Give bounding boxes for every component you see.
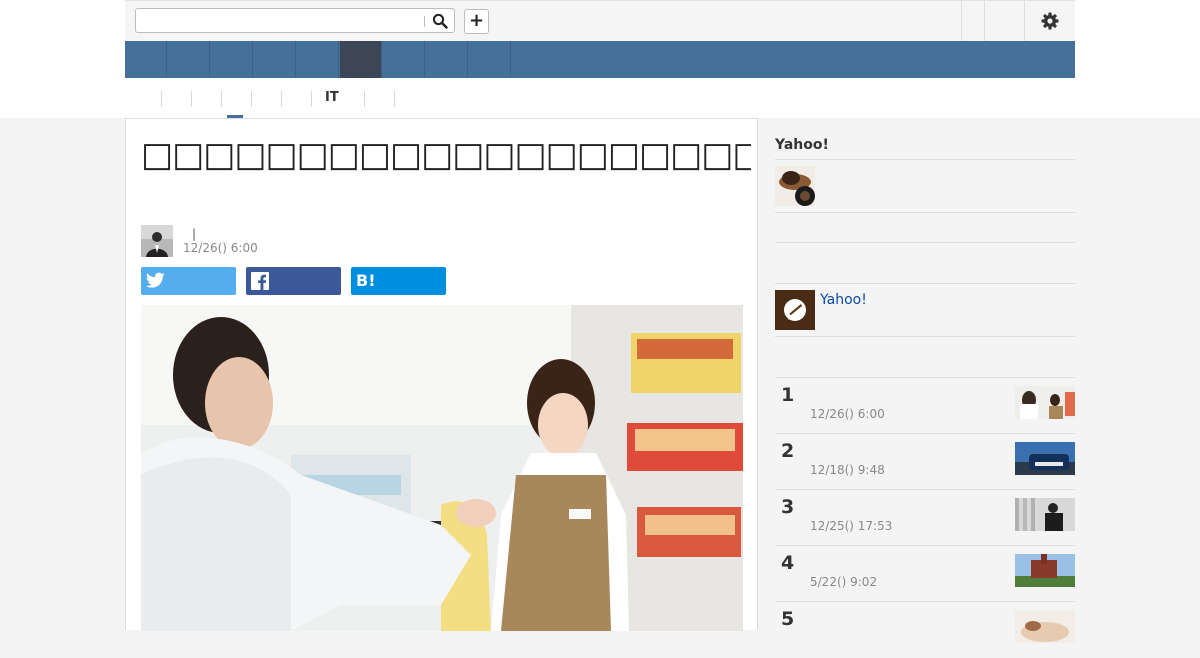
- sidebar: Yahoo! Yahoo! 1 12/26() 6:00 2 12/18() 9…: [775, 118, 1075, 643]
- ranking-thumbnail: [1015, 554, 1075, 587]
- nav-tab[interactable]: [297, 41, 339, 78]
- nav-tab[interactable]: [469, 41, 511, 78]
- ranking-number: 2: [781, 440, 795, 462]
- hatena-bookmark-button[interactable]: B!: [351, 267, 446, 295]
- nav-tab[interactable]: [254, 41, 296, 78]
- facebook-share-button[interactable]: [246, 267, 341, 295]
- ranking-number: 4: [781, 552, 795, 574]
- nav-tab[interactable]: [426, 41, 468, 78]
- category-tab[interactable]: [393, 91, 395, 107]
- ranking-thumbnail: [1015, 498, 1075, 531]
- header-divider: [984, 1, 985, 42]
- ranking-item[interactable]: 5: [775, 602, 1075, 658]
- facebook-icon: [251, 272, 269, 290]
- header-divider: [1024, 1, 1025, 42]
- ranking-thumbnail: [1015, 386, 1075, 419]
- sidebar-title: Yahoo!: [775, 137, 829, 153]
- nav-tab[interactable]: [125, 41, 167, 78]
- nav-tab-active[interactable]: [340, 41, 382, 78]
- divider: [775, 242, 1075, 243]
- article: □□□□□□□□□□□□□□□□□□□□□□□□□□□□□□□□□□ | 12/…: [125, 118, 758, 631]
- yahoo-link[interactable]: Yahoo!: [820, 292, 867, 308]
- twitter-icon: [146, 272, 165, 288]
- category-tab[interactable]: [220, 91, 222, 107]
- ranking-number: 5: [781, 608, 795, 630]
- add-button[interactable]: +: [464, 9, 489, 34]
- ranking-item[interactable]: 2 12/18() 9:48: [775, 434, 1075, 490]
- ranking-item[interactable]: 1 12/26() 6:00: [775, 378, 1075, 434]
- article-headline: □□□□□□□□□□□□□□□□□□□□□□□□□□□□□□□□□□: [141, 135, 751, 175]
- search-divider: [424, 16, 425, 27]
- category-tab[interactable]: [310, 91, 312, 107]
- comment-icon[interactable]: [775, 290, 815, 330]
- nav-tab[interactable]: [211, 41, 253, 78]
- ranking-date: 5/22() 9:02: [810, 575, 878, 589]
- site-header: + IT: [0, 0, 1200, 118]
- category-tab-it[interactable]: IT: [325, 90, 339, 105]
- ranking-date: 12/18() 9:48: [810, 463, 885, 477]
- article-date: 12/26() 6:00: [183, 241, 258, 255]
- ranking-number: 1: [781, 384, 795, 406]
- divider: [775, 159, 1075, 160]
- nav-tab[interactable]: [168, 41, 210, 78]
- sidebar-thumbnail[interactable]: [775, 166, 815, 206]
- ranking-item[interactable]: 4 5/22() 9:02: [775, 546, 1075, 602]
- search-input[interactable]: [140, 11, 424, 32]
- category-tab[interactable]: [280, 91, 282, 107]
- hatena-bookmark-icon: B!: [356, 271, 376, 290]
- ranking-item[interactable]: 3 12/25() 17:53: [775, 490, 1075, 546]
- author-avatar[interactable]: [141, 225, 173, 257]
- ranking-thumbnail: [1015, 442, 1075, 475]
- article-hero-image: [141, 305, 743, 631]
- nav-tab[interactable]: [383, 41, 425, 78]
- ranking-number: 3: [781, 496, 795, 518]
- divider: [775, 336, 1075, 337]
- ranking-date: 12/25() 17:53: [810, 519, 893, 533]
- category-tab[interactable]: [250, 91, 252, 107]
- category-tab[interactable]: [190, 91, 192, 107]
- ranking-date: 12/26() 6:00: [810, 407, 885, 421]
- category-tab[interactable]: [363, 91, 365, 107]
- main-navigation: [125, 41, 1075, 78]
- ranking-thumbnail: [1015, 610, 1075, 643]
- search-row: +: [125, 0, 1075, 42]
- divider: [775, 283, 1075, 284]
- search-icon[interactable]: [432, 13, 448, 29]
- twitter-share-button[interactable]: [141, 267, 236, 295]
- category-tabs: IT: [125, 78, 1075, 118]
- header-divider: [961, 1, 962, 42]
- divider: [775, 212, 1075, 213]
- category-tab[interactable]: [160, 91, 162, 107]
- gear-icon[interactable]: [1040, 11, 1060, 31]
- search-box[interactable]: [135, 8, 455, 33]
- author-separator: |: [192, 227, 197, 241]
